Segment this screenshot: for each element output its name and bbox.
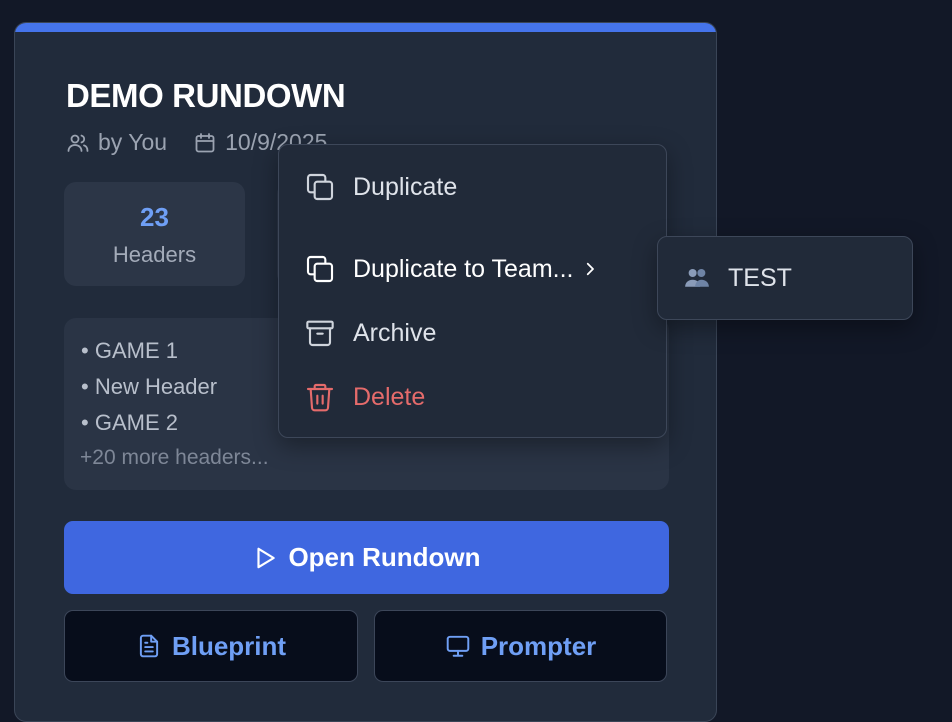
context-menu: Duplicate Duplicate to Team... Archive D… [278,144,667,438]
submenu-item-test[interactable]: TEST [728,264,792,293]
users-icon [66,131,90,155]
author-text: by You [98,129,168,155]
menu-item-label: Archive [353,318,437,347]
open-rundown-label: Open Rundown [288,542,481,572]
menu-item-label: Duplicate to Team... [353,254,574,283]
menu-item-label: Duplicate [353,172,458,201]
headers-label: Headers [112,242,197,267]
headers-count: 23 [140,202,169,232]
menu-item-archive[interactable]: Archive [279,309,666,357]
list-item: • GAME 2 [81,410,178,435]
chevron-right-icon [581,260,599,278]
list-item: • New Header [81,374,218,399]
menu-item-label: Delete [353,382,426,411]
copy-icon [303,252,337,286]
blueprint-label: Blueprint [171,630,287,661]
blueprint-button[interactable]: Blueprint [64,610,358,682]
monitor-icon [445,633,471,659]
archive-icon [303,316,337,350]
copy-icon [303,170,337,204]
team-submenu: TEST [657,236,913,320]
menu-item-delete[interactable]: Delete [279,373,666,421]
list-item: • GAME 1 [81,338,178,363]
document-icon [136,633,162,659]
menu-item-duplicate-to-team[interactable]: Duplicate to Team... [279,245,666,293]
rundown-title: DEMO RUNDOWN [66,77,346,114]
menu-item-duplicate[interactable]: Duplicate [279,163,666,211]
card-accent-bar [15,23,716,32]
calendar-icon [193,131,217,155]
play-icon [252,545,278,571]
open-rundown-button[interactable]: Open Rundown [64,521,669,594]
prompter-label: Prompter [480,630,597,661]
headers-stat: 23 Headers [64,182,245,286]
more-headers-text: +20 more headers... [80,446,269,469]
trash-icon [303,380,337,414]
team-icon [682,263,712,293]
prompter-button[interactable]: Prompter [374,610,667,682]
